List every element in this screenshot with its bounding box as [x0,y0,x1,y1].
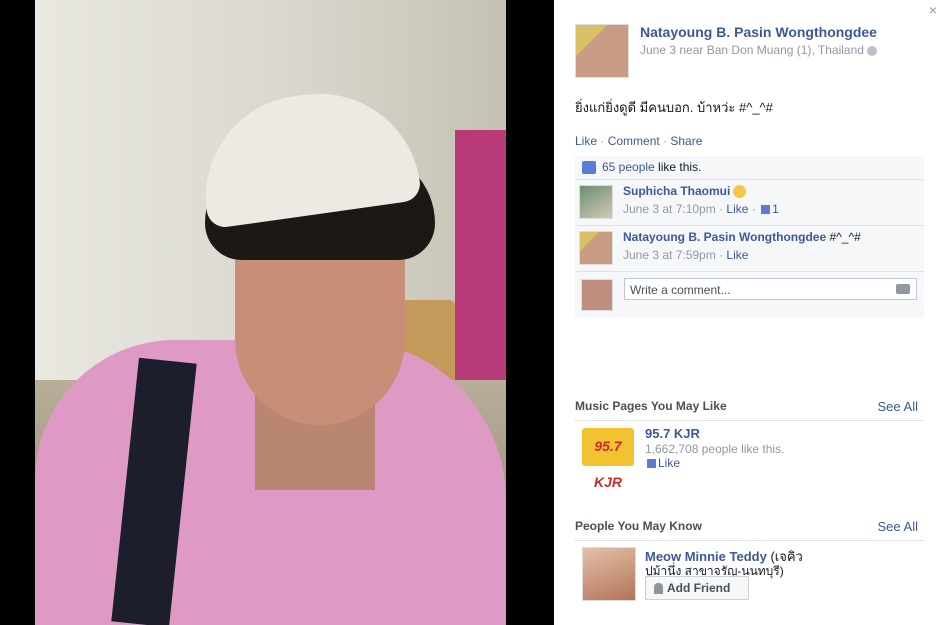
comment-avatar[interactable] [579,185,613,219]
divider [575,540,924,541]
likes-suffix: like this. [654,160,702,174]
globe-icon [866,45,877,56]
music-see-all-link[interactable]: See All [878,399,918,414]
comment-like-link[interactable]: Like [726,248,748,262]
comment-item: Suphicha Thaomui June 3 at 7:10pm · Like… [575,180,924,226]
write-comment-placeholder: Write a comment... [630,283,731,297]
post-meta: June 3 near Ban Don Muang (1), Thailand [640,43,877,57]
write-comment-input[interactable]: Write a comment... [624,278,917,300]
comment-author-link[interactable]: Natayoung B. Pasin Wongthongdee [623,230,826,244]
add-friend-button[interactable]: Add Friend [645,576,749,600]
post-side-panel: × Natayoung B. Pasin Wongthongdee June 3… [554,0,947,625]
smile-emoji-icon [733,185,747,199]
comment-author-link[interactable]: Suphicha Thaomui [623,184,730,198]
like-thumb-icon [761,205,771,215]
pymk-avatar[interactable] [582,547,636,601]
comment-like-count[interactable]: 1 [772,202,779,216]
photo-pillar [455,130,506,390]
music-page-name-link[interactable]: 95.7 KJR [645,426,700,441]
comment-avatar[interactable] [579,231,613,265]
post-photo[interactable] [35,0,506,625]
music-page-like-label: Like [658,456,681,470]
add-friend-icon [654,583,663,595]
comment-time[interactable]: June 3 at 7:59pm [623,248,716,262]
comment-like-link[interactable]: Like [726,202,748,216]
pymk-see-all-link[interactable]: See All [878,519,918,534]
comment-item: Natayoung B. Pasin Wongthongdee #^_^# Ju… [575,226,924,272]
post-meta-text: June 3 near Ban Don Muang (1), Thailand [640,43,864,57]
comment-text: #^_^# [829,230,861,244]
share-link[interactable]: Share [670,134,702,148]
music-pages-title: Music Pages You May Like [575,399,727,413]
action-separator: · [659,134,671,148]
add-friend-label: Add Friend [667,581,731,595]
owner-avatar[interactable] [575,24,629,78]
action-separator: · [597,134,608,148]
write-comment-row: Write a comment... [575,272,924,317]
comment-meta: June 3 at 7:10pm · Like · 1 [623,202,779,216]
comment-link[interactable]: Comment [608,134,660,148]
kjr-logo[interactable]: 95.7 KJR [582,428,634,490]
comment-time[interactable]: June 3 at 7:10pm [623,202,716,216]
post-actions: Like · Comment · Share [575,134,702,148]
comment-meta: June 3 at 7:59pm · Like [623,248,749,262]
photo-stage [0,0,554,625]
owner-name-link[interactable]: Natayoung B. Pasin Wongthongdee [640,24,877,40]
comment-author-line: Natayoung B. Pasin Wongthongdee #^_^# [623,230,861,244]
comment-author-line: Suphicha Thaomui [623,184,747,199]
like-thumb-icon [647,459,656,469]
likes-count-link[interactable]: 65 people [602,160,655,174]
close-icon[interactable]: × [929,2,937,18]
pymk-title: People You May Know [575,519,702,533]
ufi-box: 65 people like this. Suphicha Thaomui Ju… [575,156,924,317]
divider [575,420,924,421]
music-page-like-button[interactable]: Like [645,456,680,470]
post-caption: ยิ่งแก่ยิ่งดูดี มีคนบอก. บ้าหว่ะ #^_^# [575,100,773,115]
viewer-avatar [581,279,613,311]
music-page-likes: 1,662,708 people like this. [645,442,785,456]
camera-icon[interactable] [896,284,910,294]
like-thumb-icon [582,161,596,175]
likes-summary: 65 people like this. [575,156,924,180]
like-link[interactable]: Like [575,134,597,148]
